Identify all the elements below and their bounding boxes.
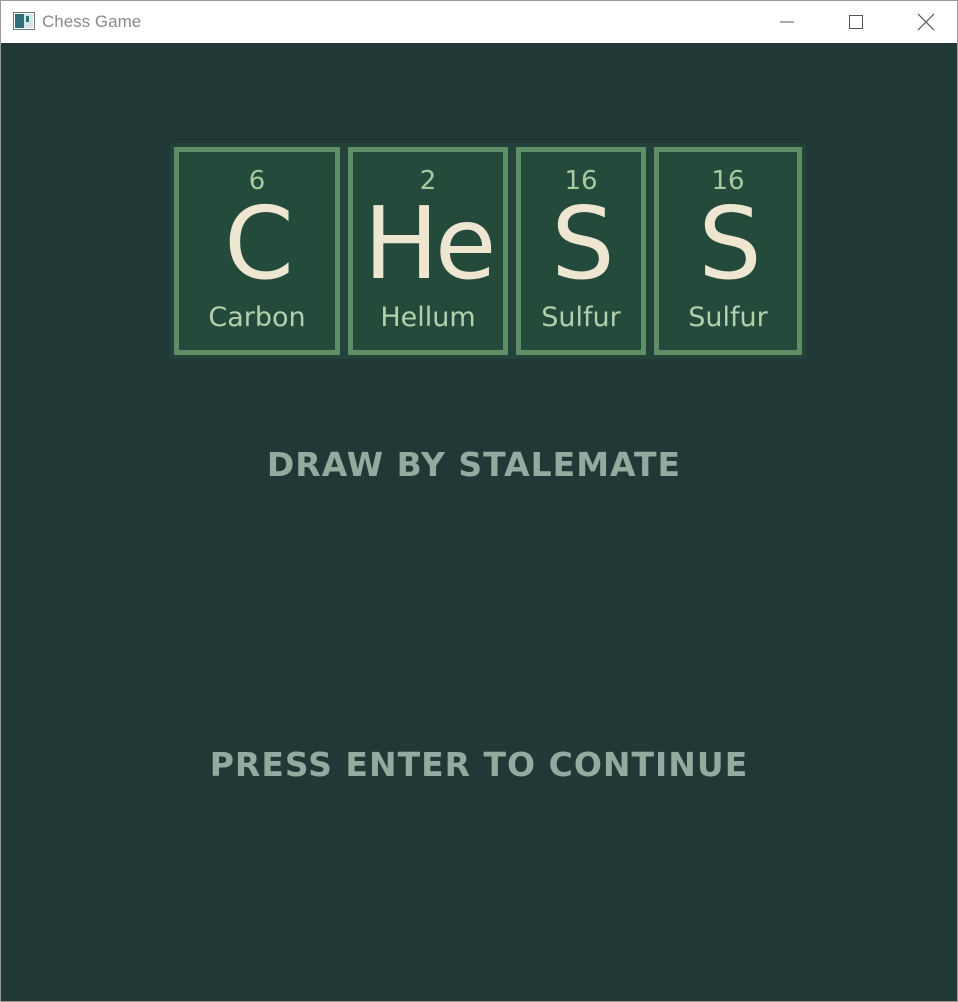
element-name: Sulfur <box>688 302 768 333</box>
minimize-icon <box>780 21 794 23</box>
element-tile-sulfur-1: 16 S Sulfur <box>516 147 646 355</box>
window-title: Chess Game <box>42 12 142 31</box>
minimize-button[interactable] <box>753 1 821 43</box>
app-window: Chess Game 6 C Carbon 2 He Hellum 16 S S… <box>0 0 958 1002</box>
element-symbol: S <box>551 185 614 302</box>
element-tile-sulfur-2: 16 S Sulfur <box>654 147 802 355</box>
maximize-button[interactable] <box>822 1 890 43</box>
element-symbol: S <box>698 185 761 302</box>
element-name: Carbon <box>208 302 306 333</box>
element-symbol: He <box>363 185 497 302</box>
title-bar[interactable]: Chess Game <box>1 1 957 43</box>
continue-prompt: PRESS ENTER TO CONTINUE <box>209 745 749 784</box>
element-name: Hellum <box>380 302 476 333</box>
game-screen[interactable]: 6 C Carbon 2 He Hellum 16 S Sulfur 16 S … <box>1 43 957 1001</box>
close-button[interactable] <box>892 1 958 43</box>
element-symbol: C <box>224 185 294 302</box>
close-icon <box>917 13 935 31</box>
game-result-text: DRAW BY STALEMATE <box>266 445 682 484</box>
maximize-icon <box>849 15 863 29</box>
chess-logo: 6 C Carbon 2 He Hellum 16 S Sulfur 16 S … <box>170 143 806 359</box>
app-icon <box>13 12 35 30</box>
element-name: Sulfur <box>541 302 621 333</box>
element-tile-helium: 2 He Hellum <box>348 147 508 355</box>
element-tile-carbon: 6 C Carbon <box>174 147 340 355</box>
